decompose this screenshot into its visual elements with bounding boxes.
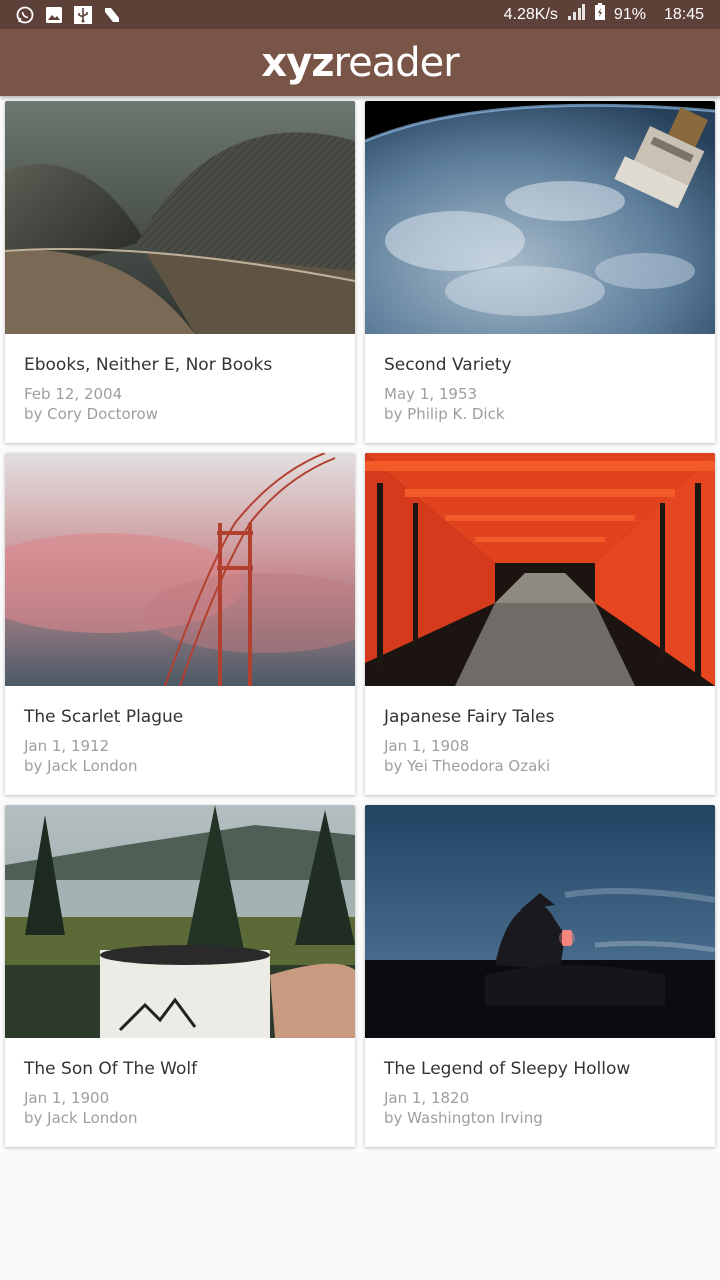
article-author: by Yei Theodora Ozaki [384, 757, 551, 775]
status-bar: 4.28K/s 91% 18:45 [0, 0, 720, 29]
article-date: Jan 1, 1900 [24, 1089, 110, 1107]
article-author: by Cory Doctorow [24, 405, 158, 423]
status-left-icons [16, 5, 121, 24]
article-image [365, 101, 715, 334]
battery-percent: 91% [613, 5, 646, 23]
article-date: Jan 1, 1908 [384, 737, 470, 755]
article-image [5, 453, 355, 686]
app-logo: xyzreader [261, 39, 460, 86]
article-title: The Scarlet Plague [24, 707, 184, 727]
article-author: by Jack London [24, 757, 138, 775]
article-image [365, 805, 715, 1038]
article-date: May 1, 1953 [384, 385, 478, 403]
article-date: Jan 1, 1912 [24, 737, 110, 755]
article-title: The Son Of The Wolf [24, 1059, 198, 1079]
article-image [5, 805, 355, 1038]
whatsapp-icon [16, 6, 34, 24]
article-image [5, 101, 355, 334]
article-card[interactable]: Second Variety May 1, 1953 by Philip K. … [365, 101, 715, 443]
app-bar: xyzreader [0, 29, 720, 96]
n-icon [103, 6, 121, 24]
article-title: The Legend of Sleepy Hollow [384, 1059, 631, 1079]
article-card[interactable]: The Son Of The Wolf Jan 1, 1900 by Jack … [5, 805, 355, 1147]
gallery-icon [45, 6, 63, 24]
article-date: Jan 1, 1820 [384, 1089, 470, 1107]
net-speed: 4.28K/s [503, 5, 558, 23]
article-title: Ebooks, Neither E, Nor Books [24, 355, 273, 375]
usb-icon [74, 5, 92, 24]
logo-bold: xyz [261, 39, 334, 86]
article-image [365, 453, 715, 686]
article-author: by Washington Irving [384, 1109, 543, 1127]
article-author: by Philip K. Dick [384, 405, 505, 423]
battery-icon [594, 3, 606, 26]
article-grid: Ebooks, Neither E, Nor Books Feb 12, 200… [5, 101, 715, 1147]
article-title: Japanese Fairy Tales [384, 707, 555, 727]
logo-rest: reader [333, 39, 460, 86]
article-author: by Jack London [24, 1109, 138, 1127]
article-card[interactable]: The Scarlet Plague Jan 1, 1912 by Jack L… [5, 453, 355, 795]
article-date: Feb 12, 2004 [24, 385, 123, 403]
article-card[interactable]: Japanese Fairy Tales Jan 1, 1908 by Yei … [365, 453, 715, 795]
status-right: 4.28K/s 91% 18:45 [504, 3, 704, 26]
article-title: Second Variety [384, 355, 512, 375]
article-card[interactable]: Ebooks, Neither E, Nor Books Feb 12, 200… [5, 101, 355, 443]
clock: 18:45 [663, 5, 704, 23]
signal-icon [566, 3, 586, 26]
article-card[interactable]: The Legend of Sleepy Hollow Jan 1, 1820 … [365, 805, 715, 1147]
